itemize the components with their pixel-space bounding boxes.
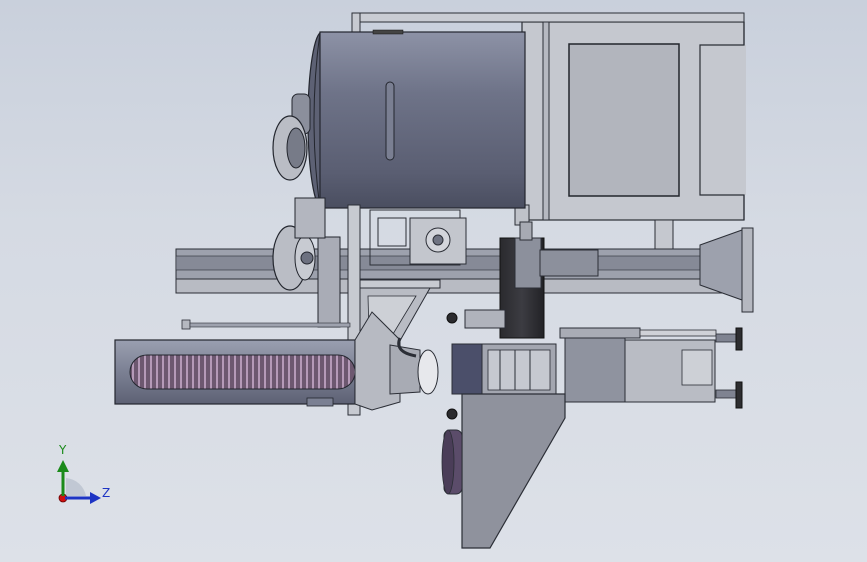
storage-tank[interactable] [307,29,526,209]
y-axis-label: Y [59,443,67,457]
outlet-chute[interactable] [441,393,566,549]
coordinate-triad [57,460,101,504]
z-axis-label: Z [102,486,111,500]
cad-viewport[interactable]: Y Z [0,0,867,562]
heater-barrel[interactable] [114,339,356,407]
machine-assembly-model[interactable] [0,0,867,562]
